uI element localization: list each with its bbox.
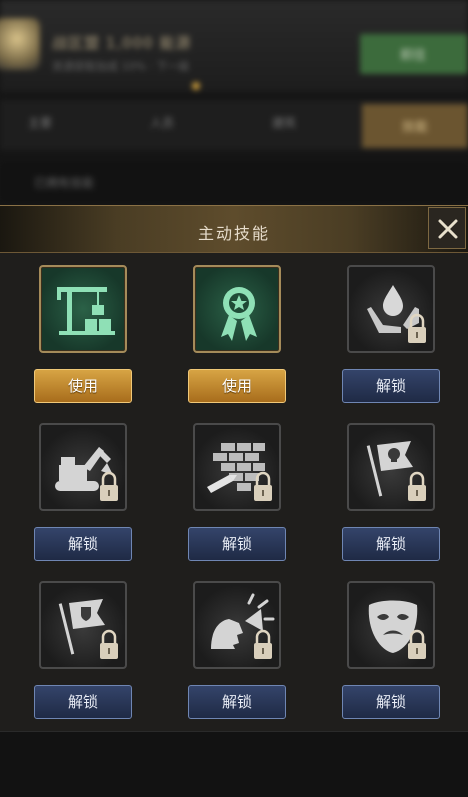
shouting-head-icon	[211, 593, 275, 659]
unlock-button[interactable]: 解锁	[34, 685, 132, 719]
skill-icon-frame[interactable]	[39, 265, 127, 353]
skull-flag-icon	[366, 441, 426, 501]
background-headline: 战区盟 1,000 能源	[52, 34, 192, 52]
lock-icon	[254, 629, 272, 659]
skill-slot: 使用	[188, 265, 343, 425]
background-go-button: 前往	[360, 34, 468, 74]
modal-title: 主动技能	[197, 224, 270, 243]
skill-slot: 解锁	[188, 581, 343, 741]
use-button[interactable]: 使用	[188, 369, 286, 403]
skill-icon-frame[interactable]	[39, 423, 127, 511]
background-row: 已拥有技能	[0, 162, 468, 202]
unlock-button[interactable]: 解锁	[188, 685, 286, 719]
skill-slot: 解锁	[188, 423, 343, 583]
background-tab: 人员	[150, 116, 175, 130]
unlock-button[interactable]: 解锁	[342, 685, 440, 719]
skill-icon-frame[interactable]	[193, 581, 281, 669]
lock-icon	[408, 471, 426, 501]
background-tab-selected: 技能	[362, 104, 468, 148]
skill-icon-frame[interactable]	[193, 423, 281, 511]
skill-icon-frame[interactable]	[39, 581, 127, 669]
skill-slot: 解锁	[34, 423, 189, 583]
unlock-button[interactable]: 解锁	[342, 527, 440, 561]
use-button[interactable]: 使用	[34, 369, 132, 403]
medal-ribbon-icon	[221, 287, 257, 341]
footer-bar	[0, 731, 468, 797]
construction-crane-icon	[57, 287, 115, 335]
skill-slot: 解锁	[342, 423, 468, 583]
excavator-icon	[55, 447, 118, 501]
hands-water-drop-icon	[367, 285, 426, 343]
skill-icon-frame[interactable]	[347, 423, 435, 511]
close-button[interactable]	[428, 207, 466, 249]
brick-wall-bullet-icon	[207, 443, 272, 501]
unlock-button[interactable]: 解锁	[188, 527, 286, 561]
lock-icon	[254, 471, 272, 501]
lock-icon	[100, 629, 118, 659]
background-subline: 资源获取加成 10% · 下一级	[52, 60, 190, 73]
background-game-screen: 战区盟 1,000 能源 资源获取加成 10% · 下一级 前往 主要 人员 建…	[0, 0, 468, 205]
background-dot	[192, 82, 200, 90]
lock-icon	[100, 471, 118, 501]
skill-slot: 解锁	[342, 265, 468, 425]
modal-header: 主动技能	[0, 205, 468, 253]
shield-flag-icon	[58, 599, 118, 659]
lock-icon	[408, 629, 426, 659]
skill-icon-frame[interactable]	[193, 265, 281, 353]
skill-slot: 解锁	[342, 581, 468, 741]
unlock-button[interactable]: 解锁	[34, 527, 132, 561]
close-icon	[438, 219, 458, 239]
background-tab: 建筑	[272, 116, 297, 130]
skill-icon-frame[interactable]	[347, 265, 435, 353]
theater-mask-icon	[368, 600, 426, 659]
skill-slot: 解锁	[34, 581, 189, 741]
unlock-button[interactable]: 解锁	[342, 369, 440, 403]
skills-modal: 主动技能 使用 使用 解锁 解锁 解锁 解锁 解锁 解锁 解锁	[0, 205, 468, 731]
background-tab: 主要	[28, 116, 53, 130]
skill-icon-frame[interactable]	[347, 581, 435, 669]
alliance-emblem-icon	[0, 18, 40, 70]
skill-slot: 使用	[34, 265, 189, 425]
background-blur: 战区盟 1,000 能源 资源获取加成 10% · 下一级 前往 主要 人员 建…	[0, 0, 468, 205]
